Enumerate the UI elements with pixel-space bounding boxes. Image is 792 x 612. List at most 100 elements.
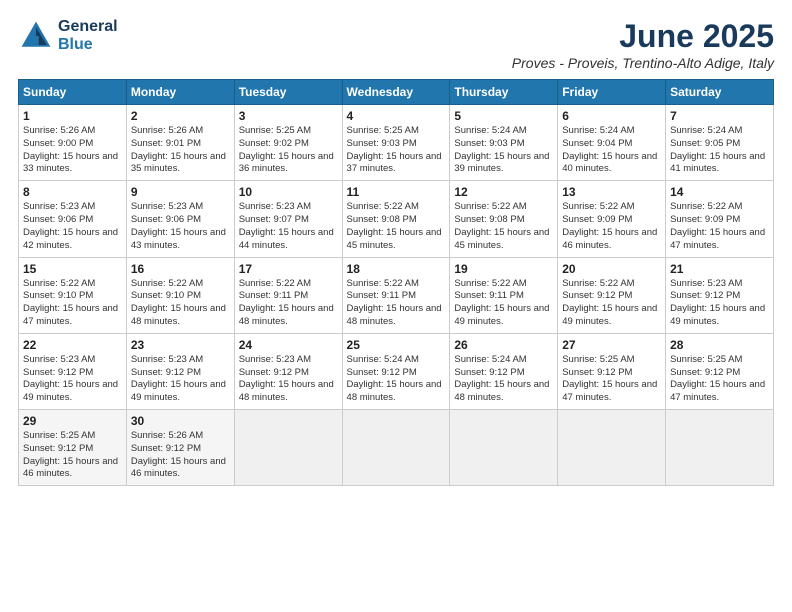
calendar-day-cell: 30 Sunrise: 5:26 AM Sunset: 9:12 PM Dayl… [126,410,234,486]
sunset-label: Sunset: 9:04 PM [562,138,632,149]
sunrise-label: Sunrise: 5:23 AM [131,354,203,365]
calendar-day-cell: 8 Sunrise: 5:23 AM Sunset: 9:06 PM Dayli… [19,181,127,257]
sunrise-label: Sunrise: 5:23 AM [23,201,95,212]
sunset-label: Sunset: 9:12 PM [23,367,93,378]
day-number: 11 [347,185,446,199]
sunrise-label: Sunrise: 5:22 AM [454,201,526,212]
day-info: Sunrise: 5:24 AM Sunset: 9:03 PM Dayligh… [454,125,553,176]
daylight-label: Daylight: 15 hours and 36 minutes. [239,151,334,175]
day-info: Sunrise: 5:23 AM Sunset: 9:12 PM Dayligh… [23,354,122,405]
sunset-label: Sunset: 9:09 PM [562,214,632,225]
daylight-label: Daylight: 15 hours and 48 minutes. [347,303,442,327]
calendar-day-cell: 3 Sunrise: 5:25 AM Sunset: 9:02 PM Dayli… [234,105,342,181]
day-number: 12 [454,185,553,199]
daylight-label: Daylight: 15 hours and 49 minutes. [562,303,657,327]
sunset-label: Sunset: 9:12 PM [239,367,309,378]
page: General Blue June 2025 Proves - Proveis,… [0,0,792,612]
daylight-label: Daylight: 15 hours and 45 minutes. [347,227,442,251]
day-number: 4 [347,109,446,123]
day-number: 20 [562,262,661,276]
sunrise-label: Sunrise: 5:22 AM [670,201,742,212]
day-number: 2 [131,109,230,123]
col-wednesday: Wednesday [342,80,450,105]
calendar-day-cell: 12 Sunrise: 5:22 AM Sunset: 9:08 PM Dayl… [450,181,558,257]
daylight-label: Daylight: 15 hours and 33 minutes. [23,151,118,175]
logo-icon [18,18,54,54]
daylight-label: Daylight: 15 hours and 49 minutes. [23,379,118,403]
day-info: Sunrise: 5:22 AM Sunset: 9:11 PM Dayligh… [454,278,553,329]
col-thursday: Thursday [450,80,558,105]
sunset-label: Sunset: 9:00 PM [23,138,93,149]
sunset-label: Sunset: 9:11 PM [347,290,417,301]
sunset-label: Sunset: 9:08 PM [347,214,417,225]
calendar-week-row: 15 Sunrise: 5:22 AM Sunset: 9:10 PM Dayl… [19,257,774,333]
day-info: Sunrise: 5:24 AM Sunset: 9:05 PM Dayligh… [670,125,769,176]
day-info: Sunrise: 5:25 AM Sunset: 9:12 PM Dayligh… [670,354,769,405]
calendar-day-cell: 25 Sunrise: 5:24 AM Sunset: 9:12 PM Dayl… [342,333,450,409]
header: General Blue June 2025 Proves - Proveis,… [18,18,774,71]
calendar-day-cell [666,410,774,486]
sunset-label: Sunset: 9:08 PM [454,214,524,225]
daylight-label: Daylight: 15 hours and 47 minutes. [23,303,118,327]
day-info: Sunrise: 5:22 AM Sunset: 9:08 PM Dayligh… [347,201,446,252]
sunrise-label: Sunrise: 5:26 AM [131,430,203,441]
sunrise-label: Sunrise: 5:24 AM [670,125,742,136]
day-number: 27 [562,338,661,352]
calendar-day-cell: 18 Sunrise: 5:22 AM Sunset: 9:11 PM Dayl… [342,257,450,333]
calendar-day-cell [342,410,450,486]
day-number: 22 [23,338,122,352]
calendar-day-cell: 10 Sunrise: 5:23 AM Sunset: 9:07 PM Dayl… [234,181,342,257]
calendar-day-cell: 29 Sunrise: 5:25 AM Sunset: 9:12 PM Dayl… [19,410,127,486]
daylight-label: Daylight: 15 hours and 47 minutes. [670,227,765,251]
calendar-day-cell: 21 Sunrise: 5:23 AM Sunset: 9:12 PM Dayl… [666,257,774,333]
daylight-label: Daylight: 15 hours and 47 minutes. [670,379,765,403]
calendar-day-cell: 26 Sunrise: 5:24 AM Sunset: 9:12 PM Dayl… [450,333,558,409]
day-number: 14 [670,185,769,199]
sunrise-label: Sunrise: 5:22 AM [239,278,311,289]
sunrise-label: Sunrise: 5:22 AM [454,278,526,289]
logo: General Blue [18,18,118,54]
day-info: Sunrise: 5:22 AM Sunset: 9:08 PM Dayligh… [454,201,553,252]
calendar-week-row: 29 Sunrise: 5:25 AM Sunset: 9:12 PM Dayl… [19,410,774,486]
day-info: Sunrise: 5:22 AM Sunset: 9:09 PM Dayligh… [562,201,661,252]
daylight-label: Daylight: 15 hours and 49 minutes. [454,303,549,327]
day-number: 8 [23,185,122,199]
sunrise-label: Sunrise: 5:22 AM [347,278,419,289]
sunrise-label: Sunrise: 5:24 AM [454,354,526,365]
day-info: Sunrise: 5:24 AM Sunset: 9:04 PM Dayligh… [562,125,661,176]
sunset-label: Sunset: 9:12 PM [131,367,201,378]
sunset-label: Sunset: 9:05 PM [670,138,740,149]
calendar-day-cell: 6 Sunrise: 5:24 AM Sunset: 9:04 PM Dayli… [558,105,666,181]
sunrise-label: Sunrise: 5:22 AM [347,201,419,212]
sunrise-label: Sunrise: 5:25 AM [239,125,311,136]
calendar-week-row: 1 Sunrise: 5:26 AM Sunset: 9:00 PM Dayli… [19,105,774,181]
day-info: Sunrise: 5:25 AM Sunset: 9:12 PM Dayligh… [562,354,661,405]
sunset-label: Sunset: 9:12 PM [454,367,524,378]
day-info: Sunrise: 5:26 AM Sunset: 9:01 PM Dayligh… [131,125,230,176]
location-subtitle: Proves - Proveis, Trentino-Alto Adige, I… [512,55,774,71]
month-title: June 2025 [512,18,774,55]
calendar-day-cell: 2 Sunrise: 5:26 AM Sunset: 9:01 PM Dayli… [126,105,234,181]
sunrise-label: Sunrise: 5:22 AM [23,278,95,289]
daylight-label: Daylight: 15 hours and 37 minutes. [347,151,442,175]
sunrise-label: Sunrise: 5:23 AM [239,354,311,365]
sunrise-label: Sunrise: 5:23 AM [670,278,742,289]
daylight-label: Daylight: 15 hours and 47 minutes. [562,379,657,403]
daylight-label: Daylight: 15 hours and 48 minutes. [347,379,442,403]
calendar-day-cell: 24 Sunrise: 5:23 AM Sunset: 9:12 PM Dayl… [234,333,342,409]
sunrise-label: Sunrise: 5:22 AM [562,201,634,212]
daylight-label: Daylight: 15 hours and 46 minutes. [23,456,118,480]
calendar-day-cell [450,410,558,486]
day-number: 23 [131,338,230,352]
logo-text: General Blue [58,18,118,53]
day-info: Sunrise: 5:22 AM Sunset: 9:10 PM Dayligh… [131,278,230,329]
day-number: 30 [131,414,230,428]
sunset-label: Sunset: 9:12 PM [562,367,632,378]
day-number: 21 [670,262,769,276]
sunset-label: Sunset: 9:12 PM [670,367,740,378]
daylight-label: Daylight: 15 hours and 48 minutes. [239,303,334,327]
day-number: 7 [670,109,769,123]
title-block: June 2025 Proves - Proveis, Trentino-Alt… [512,18,774,71]
col-saturday: Saturday [666,80,774,105]
sunset-label: Sunset: 9:12 PM [347,367,417,378]
